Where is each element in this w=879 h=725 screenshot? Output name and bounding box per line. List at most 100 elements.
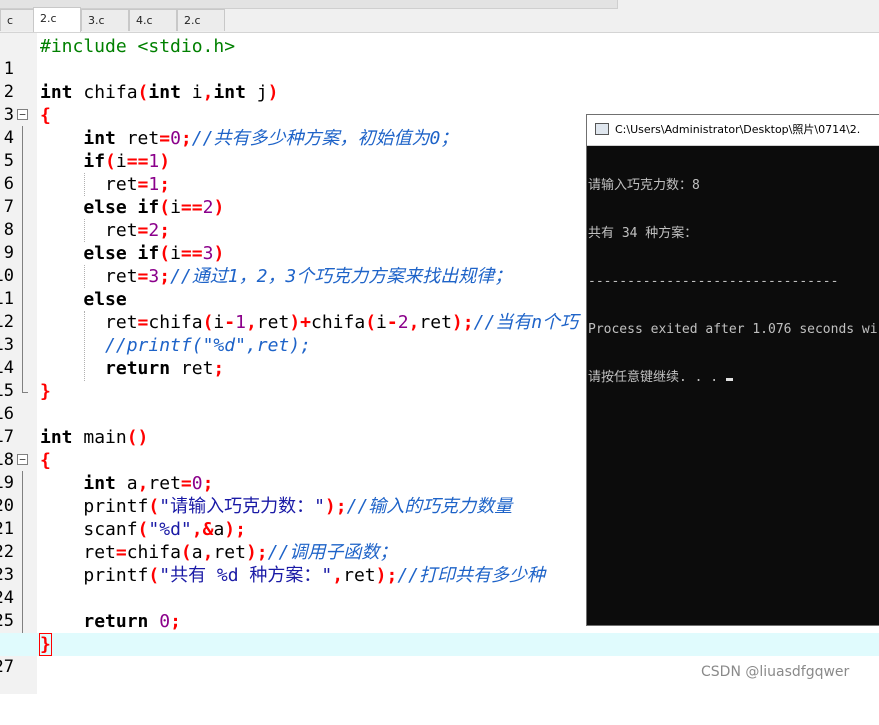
code-token: ) [245,542,257,563]
code-token: int [40,82,73,103]
code-token: return [105,358,171,379]
code-line-2: 2 [0,58,879,102]
code-token: = [137,266,149,287]
code-token: ; [159,266,171,287]
code-token: , [332,565,344,586]
code-token: ; [202,473,214,494]
code-token: 1 [235,312,246,333]
code-token: i [115,151,127,172]
code-token: , [191,519,203,540]
code-token: i [180,82,203,103]
code-token: ) [213,243,225,264]
console-line: Process exited after 1.076 seconds wi [588,322,878,337]
toolbar-strip [0,0,618,9]
code-token: ret [170,358,214,379]
code-token: ) [324,496,336,517]
console-line: 请输入巧克力数：8 [588,178,700,193]
code-token: , [137,473,149,494]
console-app-icon [595,123,609,135]
code-token: = [137,220,149,241]
code-token: 3 [202,243,214,264]
code-token: ( [202,312,214,333]
tab-2c-second[interactable]: 2.c [177,9,225,31]
code-token: ( [148,496,160,517]
code-string: "共有 %d 种方案：" [159,565,333,586]
console-title: C:\Users\Administrator\Desktop\照片\0714\2… [615,123,861,136]
code-token: ; [159,174,171,195]
code-token: } [40,381,51,402]
code-line-1: 1 #include <stdio.h> [0,35,879,79]
code-token: ret [419,312,452,333]
code-token: 0 [191,473,203,494]
code-token: return [83,611,149,632]
code-token: 2 [202,197,214,218]
code-token: printf [83,565,149,586]
code-token: ; [256,542,268,563]
code-comment: //输入的巧克力数量 [346,496,513,517]
code-token: chifa [126,542,181,563]
code-token: 0 [148,611,171,632]
code-token: int [83,473,116,494]
code-token: ; [235,519,246,540]
code-token: int [148,82,181,103]
collapse-icon[interactable]: − [17,109,28,120]
code-token: ) [213,197,225,218]
tab-2c-active[interactable]: 2.c [33,7,81,32]
code-token: ret [148,473,181,494]
code-token: a [213,519,225,540]
line-number: 27 [0,657,14,677]
code-token: if [126,243,160,264]
code-token: a [191,542,203,563]
code-token: #include [40,36,127,57]
code-token: ( [137,519,149,540]
code-token: ; [335,496,347,517]
code-token: ret [83,542,116,563]
code-token: i [376,312,387,333]
code-token: ) [375,565,387,586]
code-token: 2 [148,220,160,241]
code-token: , [202,542,214,563]
code-comment: //调用子函数； [267,542,398,563]
code-token: ret [105,266,138,287]
code-token: ( [180,542,192,563]
console-line: -------------------------------- [588,274,839,289]
code-token: ret [343,565,376,586]
code-token: } [39,633,52,656]
code-comment: //共有多少种方案，初始值为0； [191,128,459,149]
code-token: else [83,243,127,264]
code-token: 1 [148,151,160,172]
code-token: , [202,82,214,103]
code-token: i [170,197,181,218]
tab-c[interactable]: c [0,9,34,31]
watermark: CSDN @liuasdfgqwer [701,664,850,680]
code-token: { [40,450,51,471]
console-window[interactable]: C:\Users\Administrator\Desktop\照片\0714\2… [586,114,879,626]
code-token: ret [213,542,246,563]
code-token: ; [462,312,474,333]
code-token: , [245,312,257,333]
tab-4c[interactable]: 4.c [129,9,177,31]
code-token: ( [148,565,160,586]
code-token: ) [224,519,236,540]
code-token: ret [105,174,138,195]
code-token: else [83,289,127,310]
code-comment: //打印共有多少种 [397,565,545,586]
code-token: ret [105,220,138,241]
tab-3c[interactable]: 3.c [81,9,129,31]
code-token: = [137,312,149,333]
code-token: ret [115,128,160,149]
console-title-bar[interactable]: C:\Users\Administrator\Desktop\照片\0714\2… [587,115,879,146]
code-token: ( [137,82,149,103]
code-token: a [115,473,138,494]
code-comment: //printf("%d",ret); [105,335,311,356]
code-token: ; [170,611,181,632]
collapse-icon[interactable]: − [17,454,28,465]
code-token: { [40,105,51,126]
code-comment: //通过1，2，3个巧克力方案来找出规律； [170,266,513,287]
code-token: int [213,82,246,103]
code-token: printf [83,496,149,517]
console-line: 共有 34 种方案： [588,226,698,241]
code-token: = [115,542,127,563]
editor-tab-bar: c 2.c 3.c 4.c 2.c [0,0,879,33]
code-token: ) [267,82,279,103]
